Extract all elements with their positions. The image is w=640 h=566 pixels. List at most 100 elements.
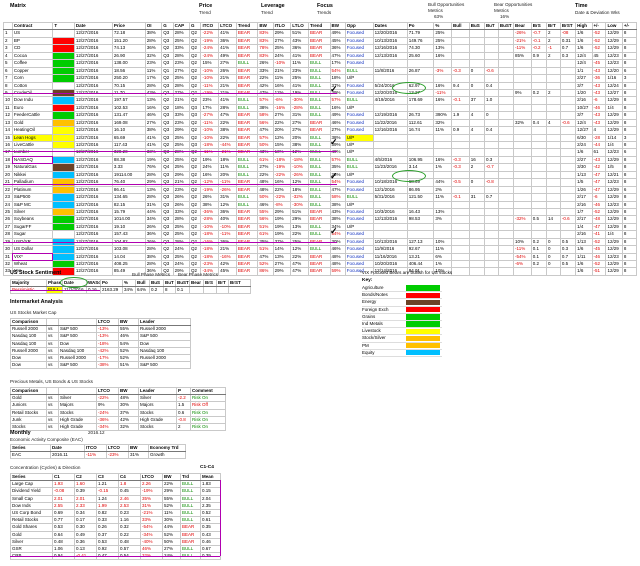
column-header: Contract — [11, 21, 54, 31]
table-row[interactable]: 23 S&P500 12/27/2016 134.65 28% Q3 26% Q2 26% 31%… — [3, 193, 638, 202]
table-cell: 1.8 — [118, 480, 141, 489]
type-color-cell — [52, 81, 75, 90]
table-row[interactable]: 24 S&P MC 12/27/2016 82.15 31% Q3 26% Q2 38% 12% B… — [3, 200, 638, 209]
table-cell — [497, 66, 515, 76]
table-row[interactable]: 22 Platinum 12/27/2016 86.41 13% Q2 23% Q2 -19% -… — [3, 185, 638, 195]
table-cell: -30% — [290, 200, 310, 209]
table-cell: 16% — [433, 81, 453, 90]
table-row[interactable]: 7 Corn 12/27/2016 250.20 17% Q2 25% Q2 -10% 21% BE… — [3, 74, 638, 83]
table-cell — [372, 200, 408, 209]
contract-name: CD — [11, 44, 54, 53]
table-cell: 12/13/2016 — [372, 215, 408, 224]
column-header: CAP — [172, 21, 191, 31]
table-row[interactable]: 21 Palladium 12/27/2016 76.40 29% Q3 21% Q2 -12%… — [3, 178, 638, 187]
table-cell: Q2 — [189, 29, 202, 38]
table-cell: Q2 — [189, 59, 202, 68]
table-row[interactable]: 30 US Dollar 12/27/2016 103.08 28% Q2 24% Q2 -18… — [3, 245, 638, 254]
table-cell: 13% — [144, 96, 163, 105]
table-cell — [559, 163, 577, 172]
table-cell: 28% — [144, 36, 163, 46]
table-row[interactable]: 11 Euro 12/27/2016 102.53 16% Q2 18% Q3 17% 28% BU… — [3, 103, 638, 113]
contract-name: Corn — [11, 74, 54, 83]
table-cell — [483, 215, 499, 224]
table-row[interactable]: 32 Wheat 12/27/2016 408.25 28% Q3 24% Q2 -23% 42%… — [3, 259, 638, 269]
table-cell: Russell 2000 — [138, 353, 191, 363]
table-cell: 31% — [140, 501, 163, 510]
table-row[interactable]: 19 NaturalGas 12/27/2016 3.33 76% Q4 25% Q2 24% 1… — [3, 163, 638, 172]
table-cell — [451, 222, 470, 232]
table-row[interactable]: 20 Nikkei 12/27/2016 19114.00 28% Q3 29% Q2 16% 2… — [3, 170, 638, 180]
table-row[interactable]: 33 Yen 12/27/2016 85.49 36% Q2 29% Q2 -34% 45% BEA… — [3, 267, 638, 276]
table-cell: 11% — [144, 66, 163, 76]
table-row[interactable]: 31 VIX* 12/27/2016 14.04 38% Q3 25% Q2 -18% -16% B… — [3, 252, 638, 262]
table-cell: -0.15 — [96, 487, 119, 496]
table-row[interactable]: 12 FeederCattle 12/27/2016 131.47 46% Q3 33% Q3… — [3, 111, 638, 120]
table-row[interactable]: 18 NASDAQ 12/27/2016 88.38 19% Q2 25% Q2 19% 18% B… — [3, 155, 638, 165]
table-cell: 0.9 — [451, 126, 470, 135]
column-header: Dates — [372, 21, 408, 31]
table-row[interactable]: 2 BP 12/27/2016 151.20 28% Q3 25% Q2 -19% 36% BEAR… — [3, 36, 638, 46]
table-row[interactable]: 8 Cotton 12/27/2016 70.15 28% Q3 28% Q2 -11% 21% B… — [3, 81, 638, 90]
table-row[interactable]: 4 Cocoa 12/27/2016 26.90 32% Q3 28% Q2 -24% 49% BE… — [3, 51, 638, 61]
table-row[interactable]: 25 Silver 12/27/2016 15.79 44% Q3 33% Q2 -36% 36%… — [3, 207, 638, 217]
table-cell: 56% — [257, 118, 274, 128]
table-cell — [483, 133, 499, 143]
highlight-oval-dow — [392, 82, 426, 94]
table-cell: 25% — [433, 36, 453, 46]
table-row[interactable]: 1 US 12/27/2016 72.18 38% Q3 28% Q2 -22% 41% BEAR 8… — [3, 29, 638, 38]
table-cell — [433, 148, 453, 157]
table-cell: 47% — [290, 267, 310, 276]
table-row[interactable]: 10 Dow Indu 12/27/2016 197.57 13% Q2 21% Q2 23% 4… — [3, 96, 638, 105]
table-cell: 47% — [257, 126, 274, 135]
table-cell: 2 — [468, 163, 485, 172]
table-cell: -54% — [140, 523, 163, 532]
table-cell: 25% — [172, 252, 191, 262]
table-row[interactable]: 26 Soybeans 12/27/2016 1014.00 34% Q3 28% Q2 -28… — [3, 215, 638, 224]
table-cell: 12/27 — [605, 88, 623, 98]
table-row[interactable]: 13 Gold 12/27/2016 169.08 27% Q3 23% Q2 -11% 22% B… — [3, 118, 638, 128]
type-color-cell — [52, 163, 75, 172]
table-row[interactable]: 16 LiveCattle 12/27/2016 117.43 41% Q2 25% Q3 -1… — [3, 140, 638, 150]
magenta-vline — [220, 480, 221, 556]
table-cell: -24% — [200, 44, 220, 53]
table-cell: 2.46 — [118, 494, 141, 503]
table-cell: 38% — [218, 126, 237, 135]
table-cell: 12% — [290, 245, 310, 254]
table-cell: 31% — [144, 200, 163, 209]
table-cell: 8 — [621, 267, 638, 276]
table-cell: 1.06 — [52, 544, 75, 554]
table-row[interactable]: 28 Sugar 12/27/2016 157.43 36% Q2 25% Q2 -18% -11… — [3, 230, 638, 239]
table-row[interactable]: 5 Coffee 12/27/2016 138.00 23% Q3 23% Q2 15% 27% B… — [3, 59, 638, 68]
table-cell: Small Cap — [10, 494, 53, 503]
table-cell: High Grade — [138, 415, 177, 424]
table-cell: 12/29 — [605, 118, 623, 128]
table-cell: -28% — [200, 215, 220, 224]
table-row[interactable]: 27 SugarFF 12/27/2016 19.10 26% Q3 25% Q2 -10% -1… — [3, 222, 638, 232]
table-cell — [559, 59, 577, 68]
table-cell: 21% — [218, 81, 237, 90]
table-cell: -19% — [200, 36, 220, 46]
table-cell: 25% — [172, 36, 191, 46]
table-cell: 12/27/2016 — [73, 170, 113, 180]
table-cell: 2.01 — [52, 494, 75, 503]
conc-table: Series C1 C2 C3 C4 LTCO BW Trd Mean Large Cap 1.93… — [10, 472, 221, 561]
table-row[interactable]: 15 Lean Hogs 12/27/2016 65.69 41% Q3 25% Q2 -10%… — [3, 133, 638, 143]
table-cell: BEAR — [180, 530, 201, 539]
table-cell: 16% — [329, 103, 346, 113]
table-cell: BEAR — [235, 29, 259, 38]
table-row[interactable]: 14 HeatingOil 12/27/2016 16.10 38% Q3 29% Q2 -10… — [3, 126, 638, 135]
table-cell: -52 — [591, 259, 607, 269]
table-cell: US Corp Bond — [10, 508, 53, 518]
table-cell: 4 — [3, 51, 13, 61]
table-row[interactable]: 6 Copper 12/27/2016 18.56 11% Q1 27% Q2 -10% 26% B… — [3, 66, 638, 76]
table-cell — [468, 222, 485, 232]
table-row[interactable]: 3 CD 12/27/2016 74.13 36% Q2 33% Q2 -24% 41% BEAR 7… — [3, 44, 638, 53]
table-cell: -46 — [591, 103, 607, 113]
table-cell: 0.1 — [530, 245, 547, 254]
table-cell: 10/3/2016 — [372, 207, 408, 217]
contract-name: Silver — [11, 207, 54, 217]
table-cell: 0 — [468, 178, 485, 187]
monthly-sub: Economic Activity Composite (EAC) — [10, 437, 83, 442]
table-cell: Focused — [344, 81, 374, 90]
table-cell: 10/27 — [575, 103, 593, 113]
